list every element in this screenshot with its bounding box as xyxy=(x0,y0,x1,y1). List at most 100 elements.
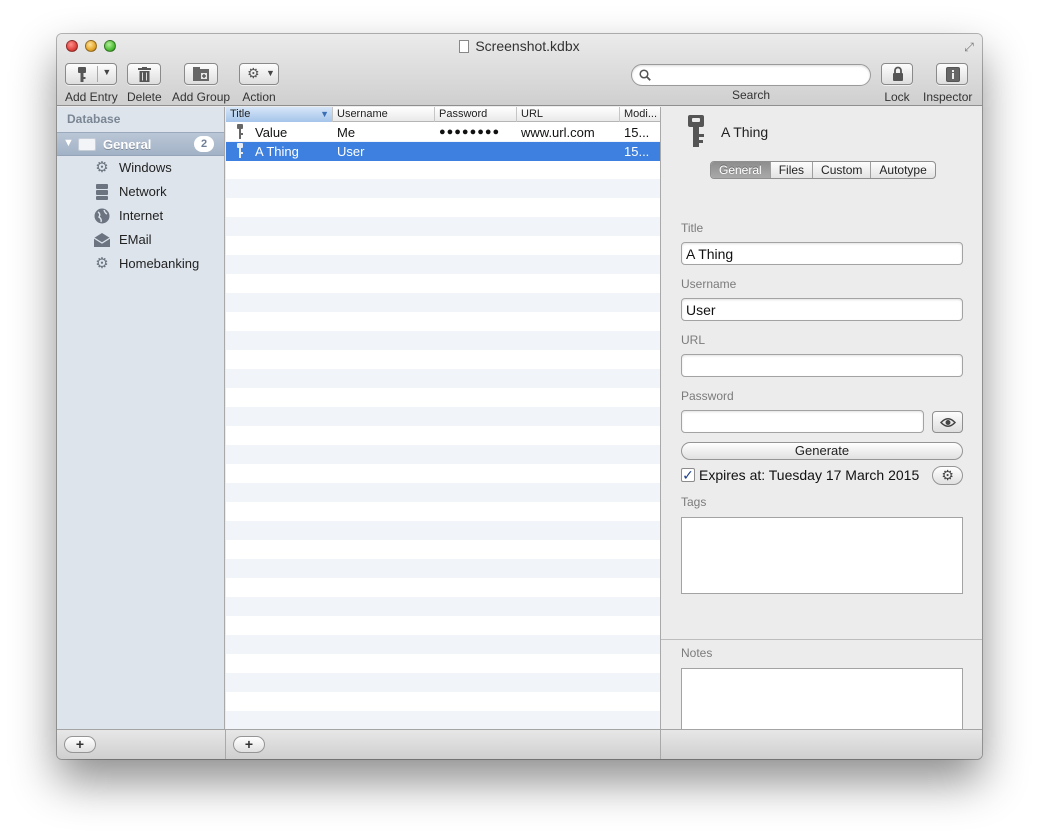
table-row[interactable]: Value Me ●●●●●●●● www.url.com 15... xyxy=(226,123,660,142)
inspector-tabs: General Files Custom Autotype xyxy=(710,161,936,179)
globe-icon xyxy=(94,208,110,224)
lock-button[interactable] xyxy=(881,63,913,85)
toolbar: Screenshot.kdbx ⤢ ▼ Add Entry Delete Add… xyxy=(57,34,982,106)
expiry-settings-button[interactable]: ⚙ xyxy=(932,466,963,485)
add-entry-label: Add Entry xyxy=(65,90,118,104)
inspector-divider xyxy=(661,639,982,640)
sidebar-footer: + xyxy=(57,729,226,759)
sidebar-item-email[interactable]: EMail xyxy=(93,229,223,251)
folder-icon xyxy=(78,138,96,151)
title-label: Title xyxy=(681,221,704,235)
trash-icon xyxy=(138,67,152,82)
sidebar-item-label: Internet xyxy=(119,208,164,223)
column-header-username[interactable]: Username xyxy=(333,107,435,122)
window-title: Screenshot.kdbx xyxy=(57,38,982,54)
sidebar-item-internet[interactable]: Internet xyxy=(93,205,223,227)
action-button[interactable]: ⚙ ▼ xyxy=(239,63,279,85)
info-icon xyxy=(945,67,960,82)
url-label: URL xyxy=(681,333,706,347)
inspector-button[interactable] xyxy=(935,63,968,85)
lock-icon xyxy=(893,66,903,81)
tab-general[interactable]: General xyxy=(711,162,771,178)
key-icon xyxy=(237,143,243,158)
tags-field[interactable] xyxy=(681,517,963,594)
cell-password: ●●●●●●●● xyxy=(439,126,501,138)
app-window: Screenshot.kdbx ⤢ ▼ Add Entry Delete Add… xyxy=(57,34,982,759)
chevron-down-icon: ▼ xyxy=(266,68,275,78)
search-input[interactable] xyxy=(631,64,871,86)
expires-checkbox[interactable]: ✓ xyxy=(681,468,695,482)
inspector-entry-title: A Thing xyxy=(721,124,769,140)
dropdown-arrow-icon[interactable]: ▼ xyxy=(102,67,111,77)
inspector-panel: A Thing General Files Custom Autotype Ti… xyxy=(660,107,982,758)
sidebar-item-homebanking[interactable]: ⚙ Homebanking xyxy=(93,253,223,275)
cell-title: Value xyxy=(255,125,288,140)
sidebar-item-windows[interactable]: ⚙ Windows xyxy=(93,157,223,179)
search-icon xyxy=(639,69,651,81)
sidebar-item-network[interactable]: Network xyxy=(93,181,223,203)
action-label: Action xyxy=(242,90,276,104)
envelope-icon xyxy=(93,233,111,247)
tab-files[interactable]: Files xyxy=(771,162,814,178)
inspector-tool: Inspector xyxy=(923,63,972,104)
password-field[interactable] xyxy=(681,410,924,433)
column-header-title[interactable]: Title ▼ xyxy=(226,107,333,122)
sidebar-header: Database xyxy=(67,112,121,126)
cell-username: Me xyxy=(337,125,356,140)
delete-button[interactable] xyxy=(127,63,162,85)
entries-table: Title ▼ Username Password URL Modi... Va… xyxy=(226,107,660,729)
add-entry-button[interactable]: ▼ xyxy=(65,63,118,85)
gear-icon: ⚙ xyxy=(95,159,109,176)
sidebar-item-label: Network xyxy=(119,184,167,199)
reveal-password-button[interactable] xyxy=(932,411,963,433)
add-entry-tool: ▼ Add Entry xyxy=(65,63,118,104)
column-header-modified[interactable]: Modi... xyxy=(620,107,660,122)
gear-icon: ⚙ xyxy=(247,65,260,81)
delete-tool: Delete xyxy=(127,63,162,104)
lock-label: Lock xyxy=(884,90,910,104)
cell-title: A Thing xyxy=(255,144,299,159)
add-group-button[interactable] xyxy=(184,63,219,85)
eye-icon xyxy=(940,418,956,427)
tab-autotype[interactable]: Autotype xyxy=(871,162,934,178)
title-field[interactable]: A Thing xyxy=(681,242,963,265)
table-row-selected[interactable]: A Thing User 15... xyxy=(226,142,660,161)
add-folder-icon xyxy=(193,67,210,81)
add-group-plus-button[interactable]: + xyxy=(64,736,96,753)
inspector-label: Inspector xyxy=(923,90,973,104)
url-field[interactable] xyxy=(681,354,963,377)
table-footer: + xyxy=(226,729,660,759)
cell-modified: 15... xyxy=(624,125,650,140)
tab-custom[interactable]: Custom xyxy=(813,162,872,178)
column-header-url[interactable]: URL xyxy=(517,107,620,122)
sidebar-item-label: EMail xyxy=(119,232,152,247)
action-tool: ⚙ ▼ Action xyxy=(239,63,279,104)
search-label: Search xyxy=(731,88,771,102)
key-icon xyxy=(237,124,243,139)
add-entry-plus-button[interactable]: + xyxy=(233,736,265,753)
generate-password-button[interactable]: Generate xyxy=(681,442,963,460)
entry-count-badge: 2 xyxy=(194,136,214,152)
column-header-password[interactable]: Password xyxy=(435,107,517,122)
notes-label: Notes xyxy=(681,646,713,660)
inspector-footer xyxy=(660,729,982,759)
server-icon xyxy=(96,184,108,200)
sidebar-item-label: Homebanking xyxy=(119,256,200,271)
delete-label: Delete xyxy=(127,90,162,104)
cell-url: www.url.com xyxy=(521,125,595,140)
sidebar-group-general[interactable]: ▼ General 2 xyxy=(57,132,224,156)
table-background xyxy=(226,122,660,729)
expires-label: Expires at: Tuesday 17 March 2015 xyxy=(699,467,920,483)
add-group-tool: Add Group xyxy=(172,63,230,104)
sort-descending-icon: ▼ xyxy=(320,109,329,119)
lock-tool: Lock xyxy=(881,63,913,104)
document-icon xyxy=(459,40,470,53)
cell-username: User xyxy=(337,144,365,159)
username-field[interactable]: User xyxy=(681,298,963,321)
table-header: Title ▼ Username Password URL Modi... xyxy=(226,107,660,122)
gear-icon: ⚙ xyxy=(941,467,954,483)
fullscreen-icon[interactable]: ⤢ xyxy=(962,40,976,54)
tags-label: Tags xyxy=(681,495,707,509)
disclosure-triangle-icon[interactable]: ▼ xyxy=(63,137,74,149)
username-label: Username xyxy=(681,277,737,291)
